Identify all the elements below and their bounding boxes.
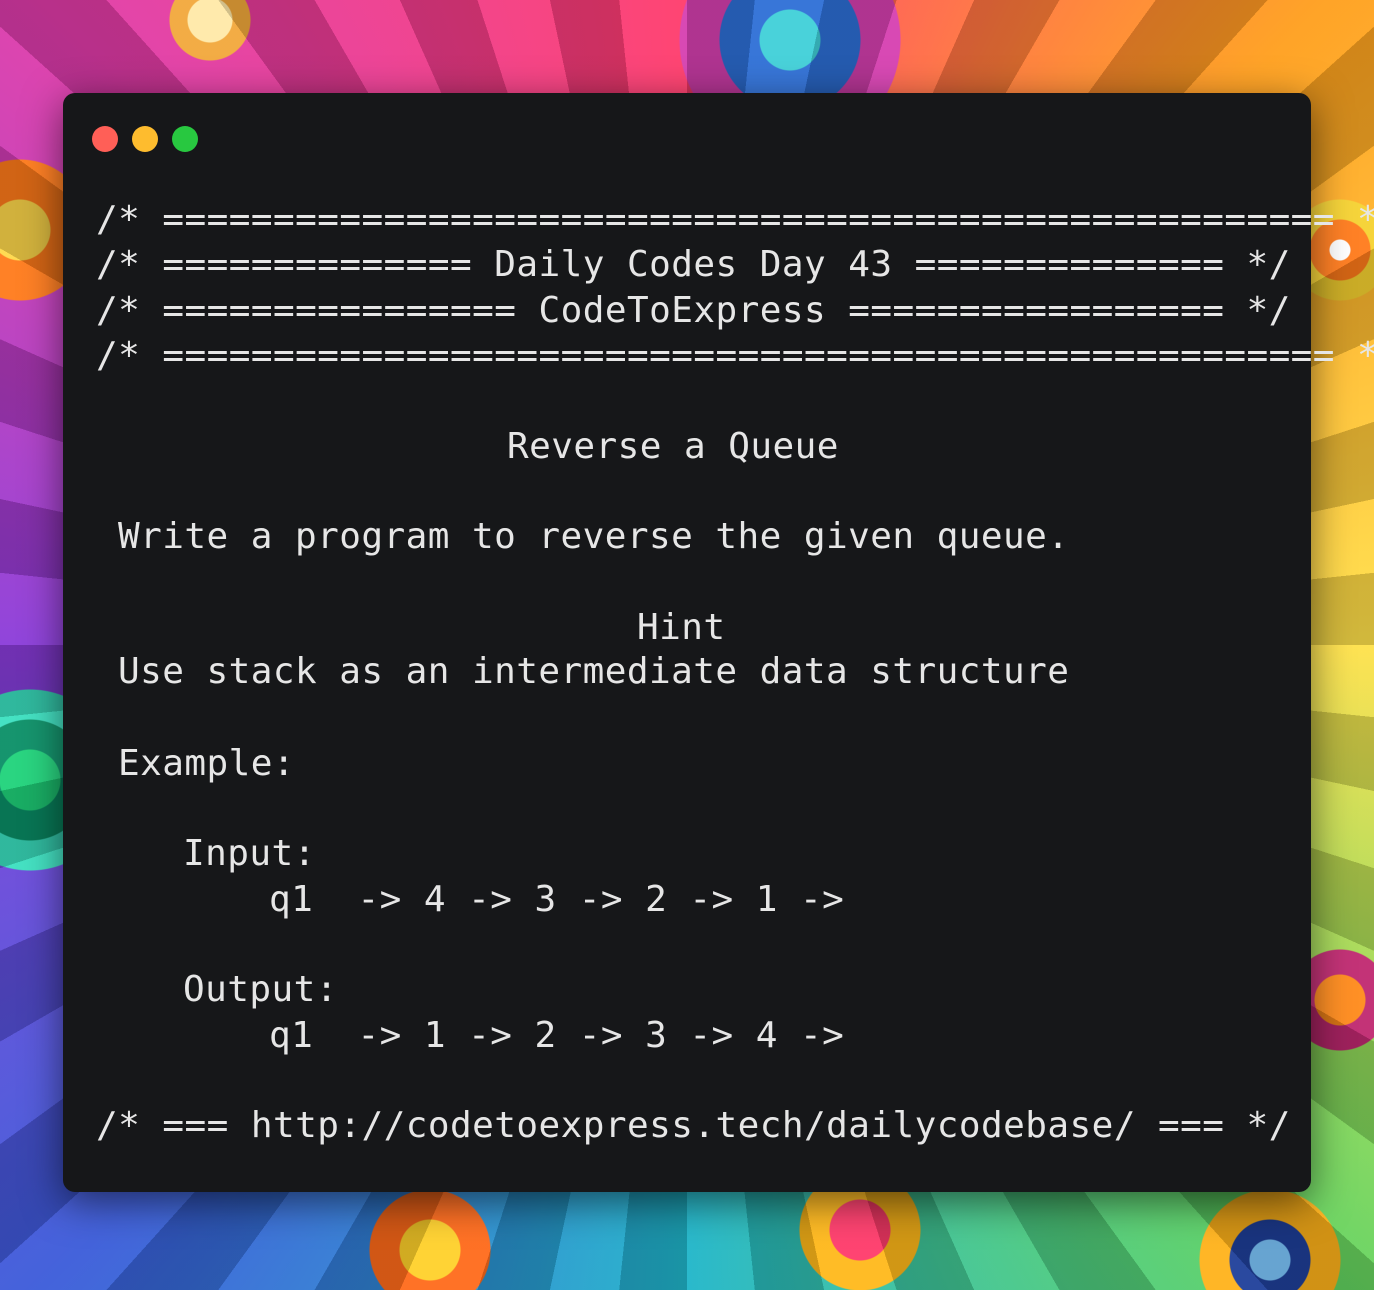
output-label: Output: <box>183 969 338 1010</box>
code-content: /* =====================================… <box>96 93 1374 1146</box>
input-label: Input: <box>183 833 316 874</box>
problem-description: Write a program to reverse the given que… <box>118 516 1070 557</box>
problem-title: Reverse a Queue <box>507 426 839 467</box>
header-line-4: /* =====================================… <box>96 335 1374 376</box>
input-value: q1 -> 4 -> 3 -> 2 -> 1 -> <box>269 879 845 920</box>
header-line-1: /* =====================================… <box>96 199 1374 240</box>
header-line-3: /* ================ CodeToExpress ======… <box>96 290 1291 331</box>
output-value: q1 -> 1 -> 2 -> 3 -> 4 -> <box>269 1015 845 1056</box>
hint-label: Hint <box>637 607 726 648</box>
hint-text: Use stack as an intermediate data struct… <box>118 651 1070 692</box>
example-label: Example: <box>118 743 295 784</box>
header-line-2: /* ============== Daily Codes Day 43 ===… <box>96 244 1291 285</box>
code-window: /* =====================================… <box>63 93 1374 1192</box>
footer-link-comment[interactable]: /* === http://codetoexpress.tech/dailyco… <box>96 1104 1291 1148</box>
